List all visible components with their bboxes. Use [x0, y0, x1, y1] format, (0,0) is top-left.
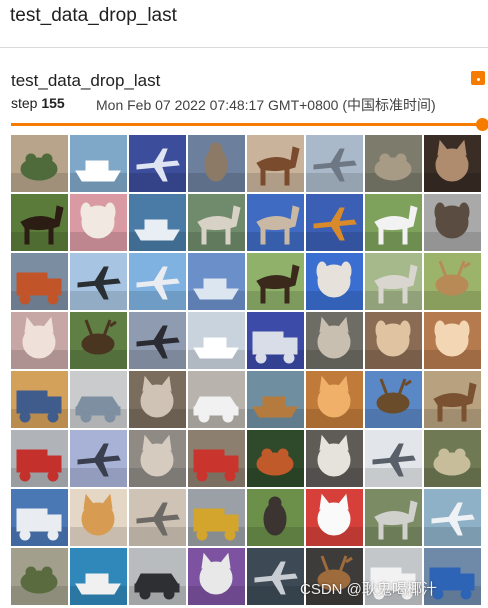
image-thumbnail-frog	[424, 430, 481, 487]
image-thumbnail-ship	[247, 371, 304, 428]
image-thumbnail-cat	[424, 135, 481, 192]
image-thumbnail-frog	[365, 135, 422, 192]
image-thumbnail-ship	[129, 194, 186, 251]
step-value: 155	[41, 95, 65, 111]
image-thumbnail-airplane	[424, 489, 481, 546]
image-thumbnail-ship	[188, 312, 245, 369]
image-thumbnail-dog	[424, 312, 481, 369]
image-thumbnail-horse	[365, 194, 422, 251]
image-thumbnail-deer	[70, 312, 127, 369]
image-thumbnail-cat	[306, 371, 363, 428]
image-thumbnail-truck	[11, 253, 68, 310]
image-thumbnail-frog	[247, 430, 304, 487]
image-thumbnail-bird	[188, 135, 245, 192]
image-thumbnail-horse	[365, 253, 422, 310]
image-thumbnail-airplane	[129, 489, 186, 546]
image-thumbnail-ship	[70, 135, 127, 192]
image-thumbnail-deer	[365, 371, 422, 428]
image-thumbnail-frog	[11, 135, 68, 192]
image-thumbnail-cat	[11, 312, 68, 369]
step-slider[interactable]	[11, 118, 488, 134]
image-thumbnail-dog	[365, 312, 422, 369]
image-thumbnail-airplane	[306, 194, 363, 251]
image-thumbnail-horse	[365, 489, 422, 546]
image-thumbnail-dog	[306, 253, 363, 310]
image-thumbnail-bird	[247, 489, 304, 546]
image-thumbnail-horse	[247, 194, 304, 251]
image-thumbnail-truck	[11, 430, 68, 487]
image-thumbnail-truck	[11, 371, 68, 428]
image-thumbnail-ship	[188, 253, 245, 310]
image-thumbnail-dog	[424, 194, 481, 251]
image-thumbnail-dog	[70, 194, 127, 251]
image-thumbnail-truck	[11, 489, 68, 546]
image-thumbnail-airplane	[365, 430, 422, 487]
slider-track	[11, 123, 479, 126]
image-thumbnail-airplane	[70, 430, 127, 487]
image-thumbnail-cat	[188, 548, 245, 605]
image-thumbnail-cat	[129, 430, 186, 487]
image-thumbnail-frog	[11, 548, 68, 605]
step-prefix: step	[11, 95, 38, 111]
app-header: test_data_drop_last	[0, 0, 488, 48]
image-thumbnail-airplane	[70, 253, 127, 310]
image-thumbnail-truck	[247, 312, 304, 369]
image-thumbnail-airplane	[129, 253, 186, 310]
image-thumbnail-cat	[306, 312, 363, 369]
image-thumbnail-truck	[188, 430, 245, 487]
step-label: step 155	[11, 95, 65, 111]
image-thumbnail-automobile	[188, 371, 245, 428]
image-thumbnail-truck	[188, 489, 245, 546]
image-thumbnail-horse	[11, 194, 68, 251]
image-thumbnail-horse	[247, 253, 304, 310]
image-thumbnail-automobile	[129, 548, 186, 605]
image-thumbnail-cat	[306, 430, 363, 487]
image-thumbnail-horse	[247, 135, 304, 192]
card-title: test_data_drop_last	[11, 71, 161, 90]
image-thumbnail-deer	[424, 253, 481, 310]
image-thumbnail-cat	[306, 489, 363, 546]
image-thumbnail-airplane	[247, 548, 304, 605]
image-thumbnail-cat	[129, 371, 186, 428]
image-thumbnail-automobile	[70, 371, 127, 428]
image-thumbnail-airplane	[306, 135, 363, 192]
fullscreen-icon[interactable]	[471, 71, 485, 85]
image-thumbnail-airplane	[129, 135, 186, 192]
slider-thumb[interactable]	[476, 118, 488, 131]
timestamp: Mon Feb 07 2022 07:48:17 GMT+0800 (中国标准时…	[96, 97, 436, 113]
image-thumbnail-airplane	[129, 312, 186, 369]
image-thumbnail-horse	[188, 194, 245, 251]
image-thumbnail-ship	[70, 548, 127, 605]
page-title: test_data_drop_last	[10, 5, 177, 26]
watermark: CSDN @耿鬼喝椰汁	[300, 581, 437, 598]
image-grid	[11, 135, 484, 608]
image-thumbnail-horse	[424, 371, 481, 428]
image-thumbnail-cat	[70, 489, 127, 546]
